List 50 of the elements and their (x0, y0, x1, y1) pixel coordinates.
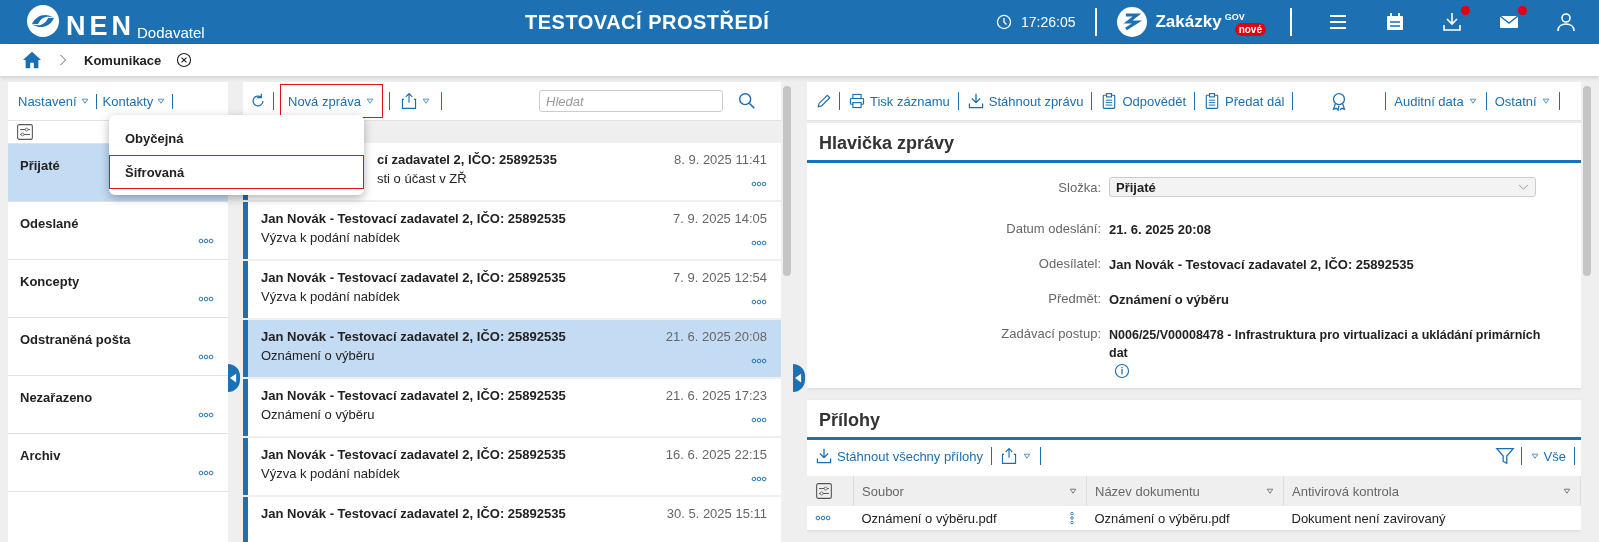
folder-label: Nezařazeno (20, 390, 93, 405)
folder-label: Odeslané (20, 216, 79, 231)
breadcrumb-current: Komunikace (84, 52, 162, 68)
message-sender: Jan Novák - Testovací zadavatel 2, IČO: 25892535 (261, 447, 567, 462)
field-value: Oznámení o výběru (1109, 291, 1230, 308)
table-cell: Oznámení o výběru.pdf (861, 510, 997, 526)
message-sender: cí zadavatel 2, IČO: 25892535 (377, 152, 558, 167)
column-header: Antivirová kontrola (1292, 483, 1399, 499)
field-label: Složka: (1057, 179, 1101, 195)
clock-time: 17:26:05 (1020, 14, 1076, 30)
message-date: 30. 5. 2025 15:11 (666, 506, 767, 521)
field-label: Odesílatel: (1037, 255, 1101, 271)
folder-label: Odstraněná pošta (20, 332, 131, 347)
column-header: Soubor (862, 483, 904, 499)
message-sender: Jan Novák - Testovací zadavatel 2, IČO: 25892535 (261, 506, 567, 521)
message-subject: Oznámení o výběru (261, 348, 376, 363)
field-label: Předmět: (1047, 290, 1101, 306)
new-badge: nové (1234, 22, 1266, 36)
message-date: 7. 9. 2025 14:05 (673, 211, 767, 226)
field-value: Jan Novák - Testovací zadavatel 2, IČO: 25892535 (1109, 256, 1415, 273)
message-subject: Výzva k podání nabídek (261, 289, 401, 304)
card-title: Přílohy (807, 400, 1581, 440)
card-title: Hlavička zprávy (807, 123, 1581, 163)
folder-label: Koncepty (20, 274, 80, 289)
message-date: 16. 6. 2025 22:15 (665, 447, 767, 462)
logo-text: NEN (66, 10, 135, 41)
field-label: Zadávací postup: (1000, 325, 1101, 341)
select-value: Přijaté (1116, 179, 1156, 195)
environment-title: TESTOVACÍ PROSTŘEDÍ (524, 10, 771, 34)
table-cell: Oznámení o výběru.pdf (1094, 510, 1230, 526)
message-date: 7. 9. 2025 12:54 (673, 270, 767, 285)
message-date: 21. 6. 2025 17:23 (665, 388, 767, 403)
folder-label: Archiv (20, 448, 61, 463)
field-label: Datum odeslání: (1005, 220, 1101, 236)
table-cell: Dokument není zavirovaný (1291, 510, 1446, 526)
logo-subtitle: Dodavatel (137, 23, 205, 41)
message-subject: Výzva k podání nabídek (261, 230, 401, 245)
folder-label: Přijaté (20, 158, 60, 173)
message-sender: Jan Novák - Testovací zadavatel 2, IČO: 25892535 (261, 388, 567, 403)
message-subject: Výzva k podání nabídek (261, 466, 401, 481)
message-subject: sti o účast v ZŘ (377, 171, 468, 186)
field-value: N006/25/V00008478 - Infrastruktura pro virtualizaci a ukládání primárních dat (1109, 327, 1541, 360)
field-value: 21. 6. 2025 20:08 (1109, 221, 1212, 238)
message-date: 21. 6. 2025 20:08 (665, 329, 767, 344)
message-date: 8. 9. 2025 11:41 (674, 152, 767, 167)
message-sender: Jan Novák - Testovací zadavatel 2, IČO: 25892535 (261, 211, 567, 226)
message-sender: Jan Novák - Testovací zadavatel 2, IČO: 25892535 (261, 329, 567, 344)
column-header: Název dokumentu (1095, 483, 1200, 499)
message-sender: Jan Novák - Testovací zadavatel 2, IČO: 25892535 (261, 270, 567, 285)
message-subject: Oznámení o výběru (261, 407, 376, 422)
